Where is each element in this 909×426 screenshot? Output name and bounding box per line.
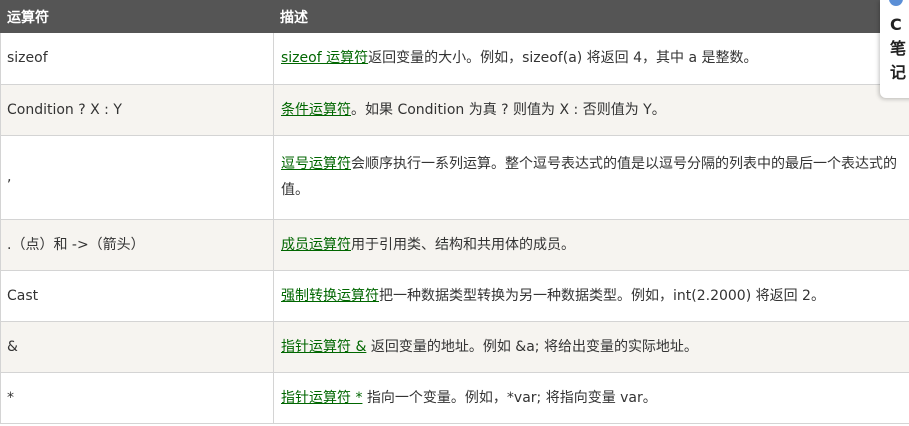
description-text: 。如果 Condition 为真 ? 则值为 X : 否则值为 Y。 [351, 101, 666, 118]
panel-tab-icon [889, 0, 903, 6]
description-text: 会顺序执行一系列运算。整个逗号表达式的值是以逗号分隔的列表中的最后一个表达式的值… [281, 156, 897, 198]
table-row: & 指针运算符 & 返回变量的地址。例如 &a; 将给出变量的实际地址。 [0, 321, 909, 373]
description-cell: sizeof 运算符返回变量的大小。例如，sizeof(a) 将返回 4，其中 … [273, 33, 909, 85]
description-text: 用于引用类、结构和共用体的成员。 [351, 236, 575, 253]
header-operator: 运算符 [0, 0, 274, 33]
description-cell: 成员运算符用于引用类、结构和共用体的成员。 [273, 219, 909, 271]
operator-cell: & [0, 321, 274, 373]
conditional-operator-link[interactable]: 条件运算符 [281, 102, 351, 118]
operator-cell: Condition ? X : Y [0, 84, 274, 136]
table-row: * 指针运算符 * 指向一个变量。例如，*var; 将指向变量 var。 [0, 372, 909, 424]
table-header-row: 运算符 描述 [0, 0, 909, 33]
description-cell: 指针运算符 & 返回变量的地址。例如 &a; 将给出变量的实际地址。 [273, 321, 909, 373]
operator-cell: , [0, 135, 274, 220]
panel-label-c: C [890, 15, 902, 34]
description-cell: 强制转换运算符把一种数据类型转换为另一种数据类型。例如，int(2.2000) … [273, 270, 909, 322]
panel-label-bi: 笔 [890, 39, 907, 58]
description-text: 指向一个变量。例如，*var; 将指向变量 var。 [362, 389, 657, 406]
operators-table: 运算符 描述 sizeof sizeof 运算符返回变量的大小。例如，sizeo… [0, 0, 909, 424]
table-row: .（点）和 ->（箭头） 成员运算符用于引用类、结构和共用体的成员。 [0, 219, 909, 271]
description-cell: 指针运算符 * 指向一个变量。例如，*var; 将指向变量 var。 [273, 372, 909, 424]
member-operator-link[interactable]: 成员运算符 [281, 237, 351, 253]
cast-operator-link[interactable]: 强制转换运算符 [281, 288, 379, 304]
pointer-operator-link[interactable]: 指针运算符 * [281, 390, 362, 406]
table-row: Cast 强制转换运算符把一种数据类型转换为另一种数据类型。例如，int(2.2… [0, 270, 909, 322]
table-row: sizeof sizeof 运算符返回变量的大小。例如，sizeof(a) 将返… [0, 33, 909, 85]
panel-label-ji: 记 [890, 63, 907, 82]
operator-cell: * [0, 372, 274, 424]
description-cell: 条件运算符。如果 Condition 为真 ? 则值为 X : 否则值为 Y。 [273, 84, 909, 136]
description-cell: 逗号运算符会顺序执行一系列运算。整个逗号表达式的值是以逗号分隔的列表中的最后一个… [273, 135, 909, 220]
operator-cell: .（点）和 ->（箭头） [0, 219, 274, 271]
description-text: 返回变量的地址。例如 &a; 将给出变量的实际地址。 [366, 338, 698, 355]
address-operator-link[interactable]: 指针运算符 & [281, 339, 366, 355]
table-row: Condition ? X : Y 条件运算符。如果 Condition 为真 … [0, 84, 909, 136]
notes-side-panel[interactable]: C 笔 记 [880, 0, 909, 98]
header-description: 描述 [273, 0, 909, 33]
operator-cell: Cast [0, 270, 274, 322]
comma-operator-link[interactable]: 逗号运算符 [281, 156, 351, 172]
table-row: , 逗号运算符会顺序执行一系列运算。整个逗号表达式的值是以逗号分隔的列表中的最后… [0, 135, 909, 220]
description-text: 把一种数据类型转换为另一种数据类型。例如，int(2.2000) 将返回 2。 [379, 287, 825, 304]
operator-cell: sizeof [0, 33, 274, 85]
description-text: 返回变量的大小。例如，sizeof(a) 将返回 4，其中 a 是整数。 [368, 50, 758, 67]
sizeof-operator-link[interactable]: sizeof 运算符 [281, 50, 368, 66]
